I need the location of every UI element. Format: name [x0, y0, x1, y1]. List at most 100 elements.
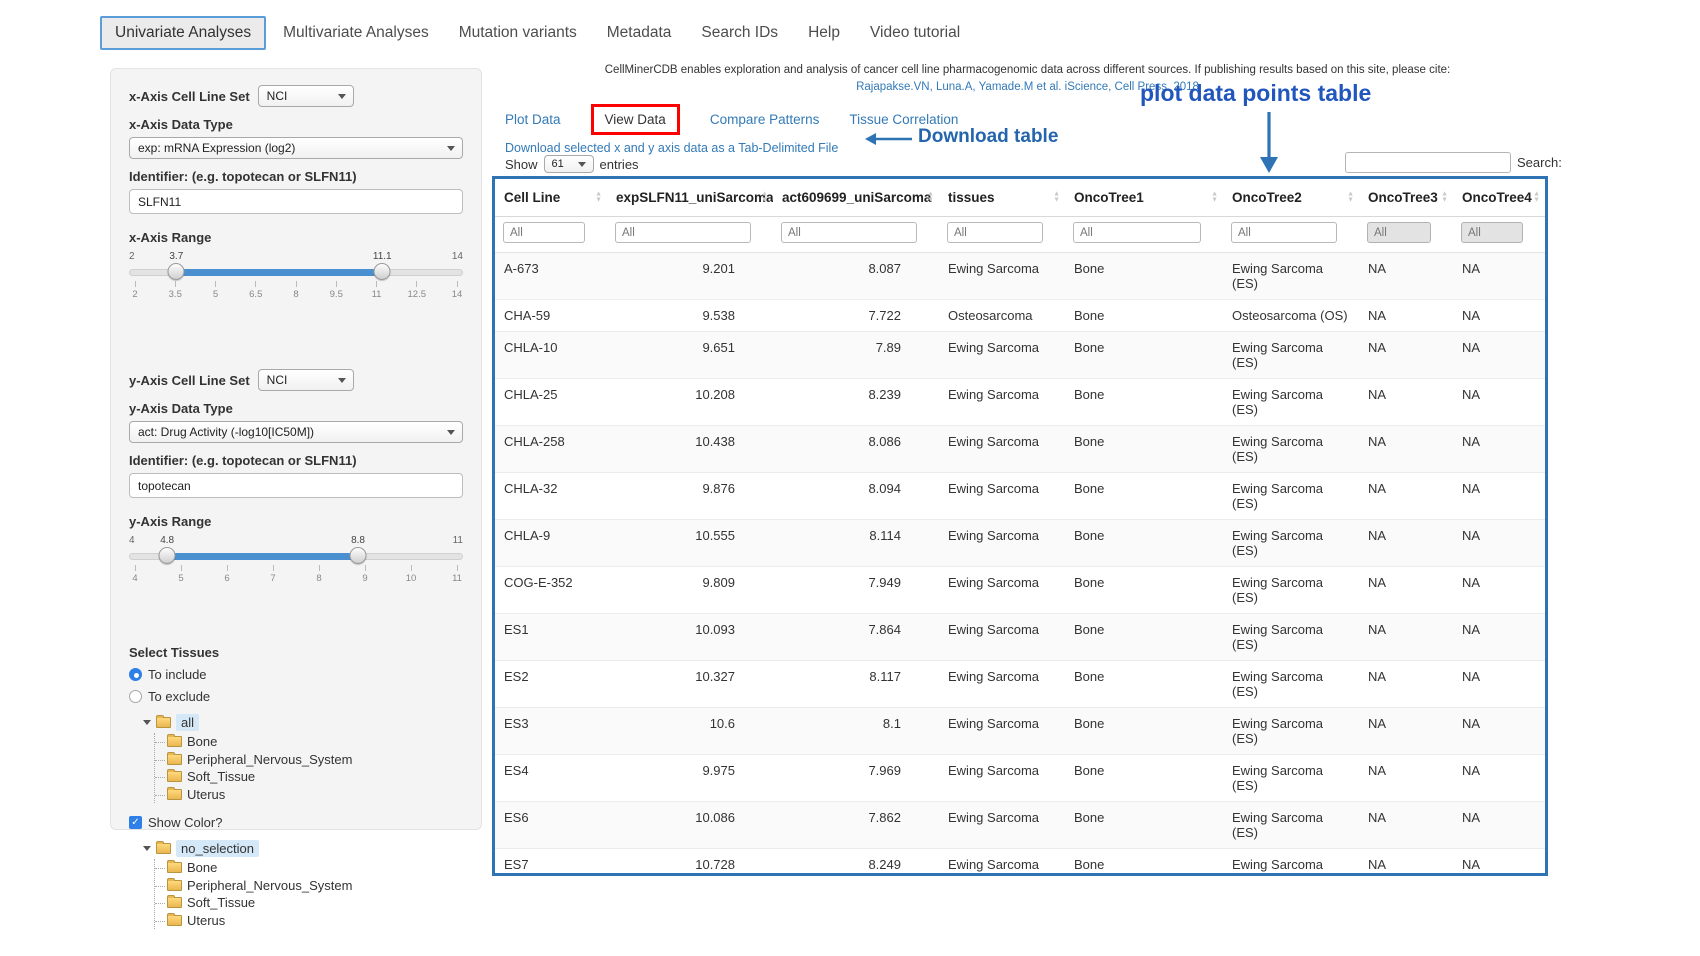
sort-icon[interactable]: ▲▼ — [761, 191, 768, 204]
table-row[interactable]: CHLA-329.8768.094Ewing SarcomaBoneEwing … — [495, 473, 1545, 520]
y-cell-line-set-select[interactable]: NCI — [258, 369, 354, 391]
table-cell: 10.093 — [607, 614, 773, 661]
x-cell-line-set-select[interactable]: NCI — [258, 85, 354, 107]
slider-handle-left[interactable] — [168, 263, 185, 280]
tree-node-no-selection[interactable]: no_selection — [143, 840, 463, 857]
show-color-checkbox[interactable]: ✓ Show Color? — [129, 815, 463, 830]
nav-tab-help[interactable]: Help — [795, 16, 853, 50]
column-filter-input[interactable] — [1231, 222, 1337, 243]
search-input[interactable] — [1345, 152, 1511, 173]
table-cell: 7.862 — [773, 802, 939, 849]
y-data-type-select[interactable]: act: Drug Activity (-log10[IC50M]) — [129, 421, 463, 443]
table-row[interactable]: ES110.0937.864Ewing SarcomaBoneEwing Sar… — [495, 614, 1545, 661]
table-row[interactable]: A-6739.2018.087Ewing SarcomaBoneEwing Sa… — [495, 253, 1545, 300]
table-row[interactable]: CHLA-109.6517.89Ewing SarcomaBoneEwing S… — [495, 332, 1545, 379]
tab-view-data[interactable]: View Data — [591, 104, 680, 135]
nav-tab-search-ids[interactable]: Search IDs — [688, 16, 791, 50]
tree-node-uterus[interactable]: Uterus — [167, 786, 463, 804]
sort-icon[interactable]: ▲▼ — [1441, 191, 1448, 204]
column-filter-input[interactable] — [947, 222, 1043, 243]
table-cell: Ewing Sarcoma (ES) — [1223, 253, 1359, 300]
column-header-oncotree3[interactable]: OncoTree3▲▼ — [1359, 179, 1453, 217]
y-data-type-value: act: Drug Activity (-log10[IC50M]) — [138, 425, 314, 439]
folder-icon — [167, 771, 182, 782]
sort-icon[interactable]: ▲▼ — [1347, 191, 1354, 204]
x-axis-range-slider[interactable]: 2 14 3.7 11.1 2 3.5 5 6.5 8 9.5 11 12.5 … — [129, 261, 463, 319]
download-data-link[interactable]: Download selected x and y axis data as a… — [505, 141, 838, 155]
tree-node-all[interactable]: all — [143, 714, 463, 731]
table-row[interactable]: COG-E-3529.8097.949Ewing SarcomaBoneEwin… — [495, 567, 1545, 614]
tree-node-bone[interactable]: Bone — [167, 733, 463, 751]
table-row[interactable]: CHLA-25810.4388.086Ewing SarcomaBoneEwin… — [495, 426, 1545, 473]
slider-handle-right[interactable] — [374, 263, 391, 280]
x-data-type-value: exp: mRNA Expression (log2) — [138, 141, 295, 155]
nav-tab-video-tutorial[interactable]: Video tutorial — [857, 16, 973, 50]
table-row[interactable]: ES210.3278.117Ewing SarcomaBoneEwing Sar… — [495, 661, 1545, 708]
tree-node-bone[interactable]: Bone — [167, 859, 463, 877]
column-header-oncotree4[interactable]: OncoTree4▲▼ — [1453, 179, 1545, 217]
nav-tab-metadata[interactable]: Metadata — [594, 16, 685, 50]
nav-tab-mutation-variants[interactable]: Mutation variants — [446, 16, 590, 50]
tree-node-label: Peripheral_Nervous_System — [187, 752, 352, 767]
column-header-cell-line[interactable]: Cell Line▲▼ — [495, 179, 607, 217]
caret-down-icon[interactable] — [143, 720, 151, 725]
column-header-oncotree1[interactable]: OncoTree1▲▼ — [1065, 179, 1223, 217]
nav-tab-univariate-analyses[interactable]: Univariate Analyses — [100, 16, 266, 50]
tick-label: 6.5 — [249, 289, 262, 300]
search-label: Search: — [1517, 155, 1562, 170]
table-row[interactable]: ES610.0867.862Ewing SarcomaBoneEwing Sar… — [495, 802, 1545, 849]
tree-node-soft-tissue[interactable]: Soft_Tissue — [167, 768, 463, 786]
tree-node-soft-tissue[interactable]: Soft_Tissue — [167, 894, 463, 912]
table-cell: Bone — [1065, 567, 1223, 614]
column-filter-input[interactable] — [781, 222, 917, 243]
table-row[interactable]: ES49.9757.969Ewing SarcomaBoneEwing Sarc… — [495, 755, 1545, 802]
column-header-expslfn11-unisarcoma[interactable]: expSLFN11_uniSarcoma▲▼ — [607, 179, 773, 217]
x-data-type-select[interactable]: exp: mRNA Expression (log2) — [129, 137, 463, 159]
table-row[interactable]: CHLA-910.5558.114Ewing SarcomaBoneEwing … — [495, 520, 1545, 567]
table-row[interactable]: ES710.7288.249Ewing SarcomaBoneEwing Sar… — [495, 849, 1545, 877]
caret-down-icon[interactable] — [143, 846, 151, 851]
table-row[interactable]: CHA-599.5387.722OsteosarcomaBoneOsteosar… — [495, 300, 1545, 332]
column-filter-input[interactable] — [503, 222, 585, 243]
column-header-act609699-unisarcoma[interactable]: act609699_uniSarcoma▲▼ — [773, 179, 939, 217]
table-cell: NA — [1453, 849, 1545, 877]
chevron-down-icon — [578, 162, 586, 167]
y-axis-range-slider[interactable]: 4 11 4.8 8.8 4 5 6 7 8 9 10 11 — [129, 545, 463, 603]
column-filter-input[interactable] — [1461, 222, 1523, 243]
column-filter-input[interactable] — [1367, 222, 1431, 243]
column-header-oncotree2[interactable]: OncoTree2▲▼ — [1223, 179, 1359, 217]
folder-icon — [156, 843, 171, 854]
tree-node-uterus[interactable]: Uterus — [167, 912, 463, 930]
table-cell: NA — [1359, 849, 1453, 877]
tree-node-peripheral-nervous-system[interactable]: Peripheral_Nervous_System — [167, 751, 463, 769]
tree-node-peripheral-nervous-system[interactable]: Peripheral_Nervous_System — [167, 877, 463, 895]
citation-link[interactable]: Rajapakse.VN, Luna.A, Yamade.M et al. iS… — [500, 81, 1555, 93]
sort-icon[interactable]: ▲▼ — [595, 191, 602, 204]
tab-plot-data[interactable]: Plot Data — [505, 112, 561, 127]
table-row[interactable]: CHLA-2510.2088.239Ewing SarcomaBoneEwing… — [495, 379, 1545, 426]
filter-cell — [1223, 217, 1359, 253]
column-filter-input[interactable] — [1073, 222, 1201, 243]
tab-tissue-correlation[interactable]: Tissue Correlation — [849, 112, 958, 127]
radio-to-exclude[interactable]: To exclude — [129, 689, 463, 704]
nav-tab-multivariate-analyses[interactable]: Multivariate Analyses — [270, 16, 442, 50]
table-cell: 9.876 — [607, 473, 773, 520]
y-identifier-input[interactable] — [129, 473, 463, 498]
column-header-tissues[interactable]: tissues▲▼ — [939, 179, 1065, 217]
table-cell: NA — [1453, 755, 1545, 802]
tab-compare-patterns[interactable]: Compare Patterns — [710, 112, 820, 127]
show-entries-control: Show 61 entries — [505, 155, 639, 173]
sort-icon[interactable]: ▲▼ — [927, 191, 934, 204]
x-identifier-input[interactable] — [129, 189, 463, 214]
sort-icon[interactable]: ▲▼ — [1053, 191, 1060, 204]
slider-handle-left[interactable] — [159, 547, 176, 564]
radio-to-include[interactable]: To include — [129, 667, 463, 682]
chevron-down-icon — [447, 430, 455, 435]
table-row[interactable]: ES310.68.1Ewing SarcomaBoneEwing Sarcoma… — [495, 708, 1545, 755]
slider-handle-right[interactable] — [350, 547, 367, 564]
column-filter-input[interactable] — [615, 222, 751, 243]
sort-icon[interactable]: ▲▼ — [1211, 191, 1218, 204]
entries-select[interactable]: 61 — [544, 155, 594, 173]
tick-label: 6 — [224, 573, 229, 584]
sort-icon[interactable]: ▲▼ — [1533, 191, 1540, 204]
